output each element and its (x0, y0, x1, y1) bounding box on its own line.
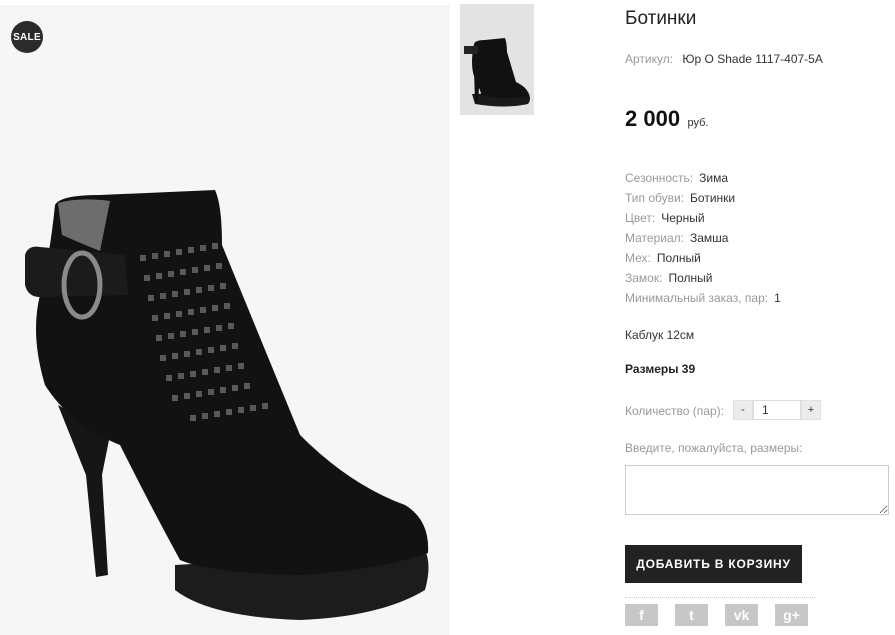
property-label: Материал: (625, 231, 684, 245)
product-thumbnail[interactable] (460, 4, 534, 115)
property-label: Сезонность: (625, 171, 694, 185)
property-min-order: Минимальный заказ, пар: 1 (625, 291, 781, 305)
sizes-text: Размеры 39 (625, 362, 696, 376)
article-label: Артикул: (625, 52, 674, 66)
price-currency: руб. (687, 117, 709, 129)
price-value: 2 000 (625, 106, 681, 131)
price: 2 000 руб. (625, 106, 709, 132)
vk-icon[interactable]: vk (725, 604, 758, 626)
add-to-cart-button[interactable]: ДОБАВИТЬ В КОРЗИНУ (625, 545, 802, 583)
property-shoe-type: Тип обуви: Ботинки (625, 191, 735, 205)
facebook-icon[interactable]: f (625, 604, 658, 626)
product-main-image[interactable]: SALE (0, 5, 450, 635)
property-label: Цвет: (625, 211, 656, 225)
sale-badge: SALE (11, 21, 43, 53)
boot-illustration (25, 190, 429, 620)
property-season: Сезонность: Зима (625, 171, 728, 185)
heel-text: Каблук 12см (625, 328, 695, 342)
twitter-icon[interactable]: t (675, 604, 708, 626)
property-label: Мех: (625, 251, 651, 265)
quantity-input[interactable] (753, 400, 801, 420)
property-value: Зима (699, 171, 729, 185)
quantity-increase-button[interactable]: + (801, 400, 821, 420)
property-color: Цвет: Черный (625, 211, 705, 225)
google-plus-icon[interactable]: g+ (775, 604, 808, 626)
property-label: Замок: (625, 271, 663, 285)
boot-thumbnail-illustration (464, 38, 530, 107)
product-title: Ботинки (625, 8, 697, 29)
property-label: Тип обуви: (625, 191, 685, 205)
property-value: Черный (661, 211, 705, 225)
quantity-label: Количество (пар): (625, 404, 730, 418)
sizes-prompt: Введите, пожалуйста, размеры: (625, 441, 808, 455)
quantity-label-text: Количество (пар): (625, 404, 724, 418)
property-value: Ботинки (690, 191, 736, 205)
property-value: 1 (774, 291, 781, 305)
property-value: Замша (689, 231, 729, 245)
property-label: Минимальный заказ, пар: (625, 291, 769, 305)
property-material: Материал: Замша (625, 231, 728, 245)
divider (625, 597, 815, 598)
article-value: Юр О Shade 1117-407-5А (682, 52, 823, 66)
sizes-prompt-text: Введите, пожалуйста, размеры: (625, 441, 803, 455)
property-value: Полный (668, 271, 713, 285)
article-row: Артикул: Юр О Shade 1117-407-5А (625, 52, 823, 66)
sizes-textarea[interactable] (625, 465, 889, 515)
property-fur: Мех: Полный (625, 251, 701, 265)
property-value: Полный (656, 251, 701, 265)
quantity-decrease-button[interactable]: - (733, 400, 753, 420)
property-zipper: Замок: Полный (625, 271, 712, 285)
